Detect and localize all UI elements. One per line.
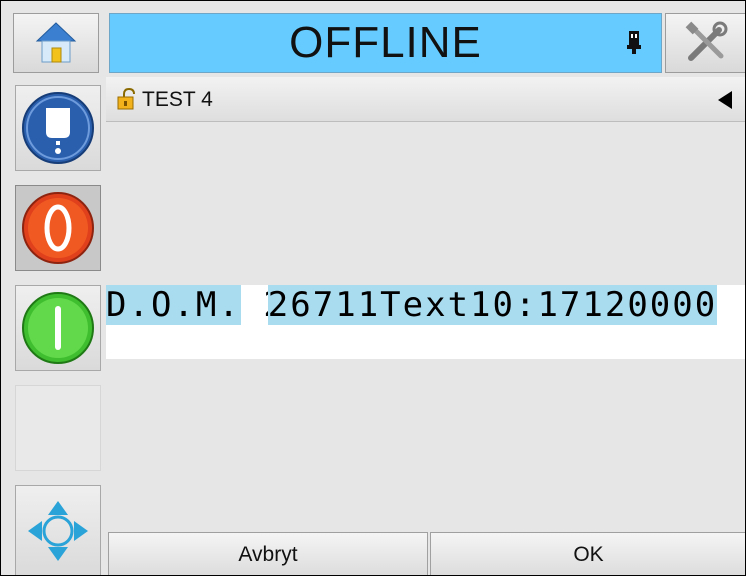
home-button[interactable] — [13, 13, 99, 73]
print-preview-band: D.O.M. 226711Text10:17120000 — [106, 285, 745, 359]
preview-gap — [240, 285, 264, 325]
arrow-pad-icon — [28, 501, 88, 561]
stop-icon — [22, 192, 94, 264]
cancel-button[interactable]: Avbryt — [108, 532, 428, 575]
ok-label: OK — [573, 542, 604, 566]
triangle-left-icon[interactable] — [718, 91, 732, 109]
tools-button[interactable] — [665, 13, 745, 73]
ink-drop-icon — [22, 92, 94, 164]
ok-button[interactable]: OK — [430, 532, 745, 575]
message-header[interactable]: TEST 4 — [106, 77, 745, 122]
start-icon — [22, 292, 94, 364]
tools-icon — [685, 21, 728, 61]
stop-button[interactable] — [15, 185, 101, 271]
start-button[interactable] — [15, 285, 101, 371]
preview-field-overlap-b: 2 — [267, 285, 291, 325]
preview-field-rest: 6711Text10:17120000 — [290, 285, 718, 325]
status-bar[interactable]: OFFLINE — [109, 13, 662, 73]
ink-cartridge-icon — [627, 31, 641, 54]
ink-control-button[interactable] — [15, 85, 101, 171]
preview-field-dom: D.O.M. — [106, 285, 241, 325]
navigate-button[interactable] — [15, 485, 101, 575]
message-canvas[interactable]: D.O.M. 226711Text10:17120000 — [106, 122, 745, 530]
status-text: OFFLINE — [289, 18, 482, 67]
cancel-label: Avbryt — [238, 542, 298, 566]
empty-slot — [15, 385, 101, 471]
printer-screen: OFFLINE TEST 4 D.O.M. 26711Text10:171200… — [0, 0, 746, 576]
print-preview-text: D.O.M. 226711Text10:17120000 — [106, 285, 718, 325]
lock-open-icon — [117, 87, 135, 110]
home-icon — [35, 22, 77, 63]
message-name: TEST 4 — [142, 88, 213, 111]
